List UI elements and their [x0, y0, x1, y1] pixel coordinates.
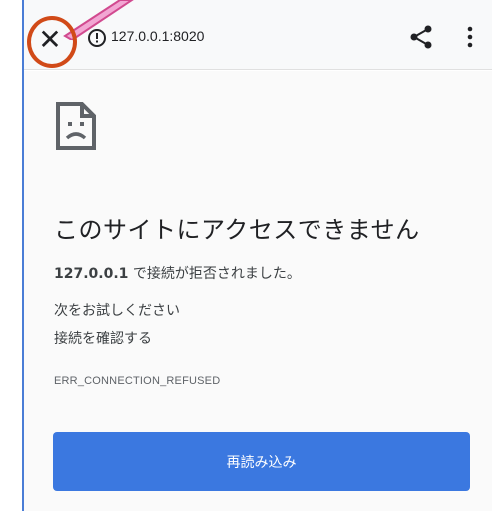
sad-page-icon [56, 102, 96, 150]
share-icon[interactable] [408, 24, 434, 50]
error-heading: このサイトにアクセスできません [54, 216, 420, 244]
error-host: 127.0.0.1 [54, 266, 129, 282]
error-code: ERR_CONNECTION_REFUSED [54, 375, 221, 387]
suggestions-title: 次をお試しください [54, 303, 180, 319]
suggestion-item: 接続を確認する [54, 331, 152, 347]
error-description-text: で接続が拒否されました。 [128, 266, 301, 282]
more-vert-icon[interactable] [460, 24, 480, 50]
browser-screen: ✕ 127.0.0.1:8020 このサイトにアクセスできません 127.0.0… [0, 0, 492, 511]
reload-button[interactable]: 再読み込み [53, 432, 470, 491]
annotation-circle [27, 16, 77, 68]
error-description: 127.0.0.1 で接続が拒否されました。 [54, 263, 301, 283]
reload-button-label: 再読み込み [226, 454, 297, 471]
